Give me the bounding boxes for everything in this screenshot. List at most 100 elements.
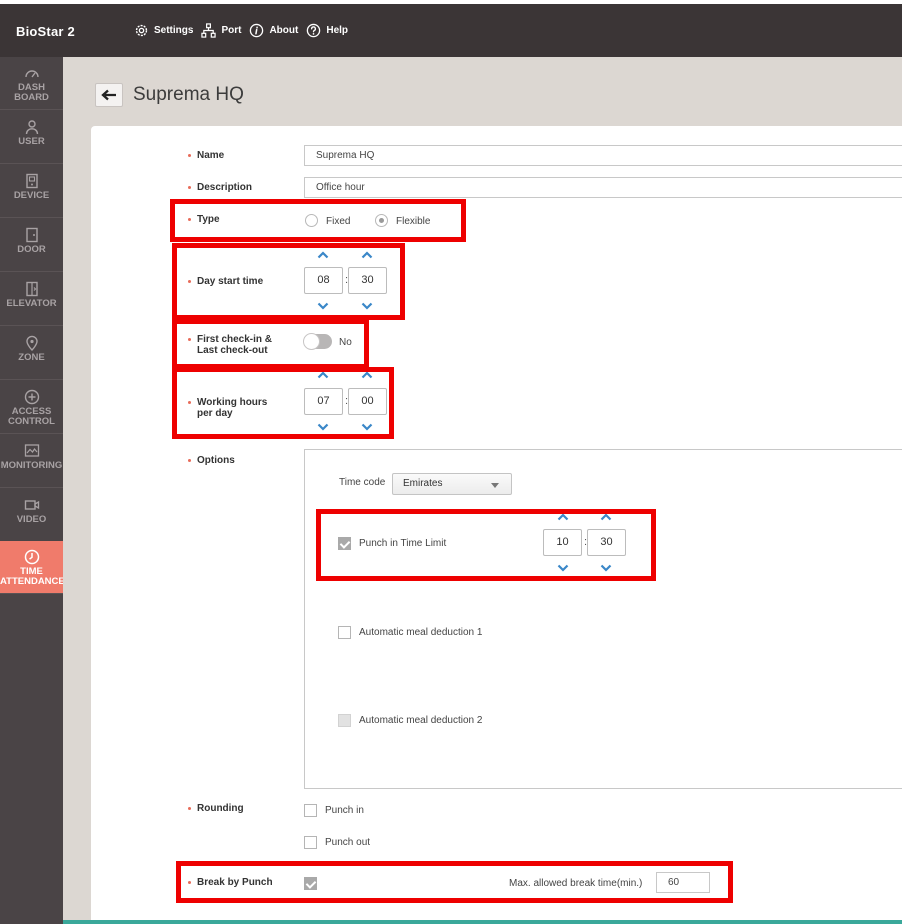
- meal-deduction-1-checkbox[interactable]: [338, 626, 351, 639]
- sidebar-label: DEVICE: [13, 190, 50, 201]
- nav-port-label: Port: [221, 25, 242, 36]
- name-input[interactable]: Suprema HQ: [304, 145, 902, 166]
- time-code-value: Emirates: [403, 478, 443, 489]
- type-flexible-radio[interactable]: [375, 214, 388, 227]
- required-dot: [188, 807, 191, 810]
- punch-in-label: Punch in: [325, 805, 364, 816]
- meal-deduction-1-label: Automatic meal deduction 1: [359, 627, 483, 638]
- description-input[interactable]: Office hour: [304, 177, 902, 198]
- options-label: Options: [197, 455, 235, 466]
- sidebar-item-monitoring[interactable]: MONITORING: [0, 435, 63, 488]
- meal-deduction-2-checkbox[interactable]: [338, 714, 351, 727]
- zone-icon: [25, 335, 38, 351]
- day-start-hour-input[interactable]: 08: [304, 267, 343, 294]
- break-by-punch-checkbox[interactable]: [304, 877, 317, 890]
- day-start-minute-input[interactable]: 30: [348, 267, 387, 294]
- first-last-label-line2: Last check-out: [197, 345, 268, 356]
- sidebar-item-time-attendance[interactable]: TIME ATTENDANCE: [0, 541, 65, 594]
- sidebar-item-zone[interactable]: ZONE: [0, 327, 63, 380]
- nav-about-label: About: [269, 25, 299, 36]
- top-bar: BioStar 2 Settings Port About Help: [0, 0, 902, 57]
- sidebar-item-video[interactable]: VIDEO: [0, 489, 63, 542]
- sidebar: DASH BOARD USER DEVICE DOOR ELEVATOR ZON…: [0, 57, 65, 924]
- device-icon: [25, 173, 38, 189]
- door-icon: [25, 227, 38, 243]
- chevron-down-icon[interactable]: [557, 564, 569, 572]
- sidebar-item-elevator[interactable]: ELEVATOR: [0, 273, 63, 326]
- required-dot: [188, 186, 191, 189]
- dashboard-icon: [24, 70, 39, 78]
- chevron-up-icon[interactable]: [361, 371, 373, 379]
- chevron-down-icon[interactable]: [317, 423, 329, 431]
- time-code-select[interactable]: Emirates: [392, 473, 512, 495]
- brand-logo[interactable]: BioStar 2: [16, 24, 75, 39]
- first-last-toggle-text: No: [339, 337, 352, 348]
- rounding-label: Rounding: [197, 803, 244, 814]
- required-dot: [188, 459, 191, 462]
- required-dot: [188, 154, 191, 157]
- chevron-up-icon[interactable]: [317, 371, 329, 379]
- chevron-up-icon[interactable]: [600, 513, 612, 521]
- clock-icon: [24, 549, 39, 565]
- meal-deduction-2-label: Automatic meal deduction 2: [359, 715, 483, 726]
- sidebar-item-user[interactable]: USER: [0, 111, 63, 164]
- nav-about[interactable]: About: [249, 23, 298, 38]
- sidebar-item-access-control[interactable]: ACCESS CONTROL: [0, 381, 63, 434]
- chevron-up-icon[interactable]: [317, 251, 329, 259]
- help-icon: [307, 23, 321, 38]
- sidebar-label: ZONE: [18, 352, 45, 363]
- chevron-down-icon[interactable]: [361, 302, 373, 310]
- max-break-input[interactable]: 60: [656, 872, 710, 893]
- user-icon: [25, 120, 38, 135]
- sidebar-label: DOOR: [17, 244, 46, 255]
- info-icon: [250, 23, 264, 38]
- first-last-toggle[interactable]: [303, 333, 332, 350]
- working-hours-label-line2: per day: [197, 408, 233, 419]
- elevator-icon: [25, 281, 38, 297]
- sidebar-label: BOARD: [14, 92, 49, 103]
- sidebar-label: MONITORING: [0, 460, 63, 471]
- working-hours-hour-input[interactable]: 07: [304, 388, 343, 415]
- access-control-icon: [24, 389, 39, 405]
- nav-help-label: Help: [326, 25, 349, 36]
- punch-limit-label: Punch in Time Limit: [359, 538, 447, 549]
- punch-limit-minute-input[interactable]: 30: [587, 529, 626, 556]
- required-dot: [188, 280, 191, 283]
- type-flexible-label: Flexible: [396, 216, 431, 227]
- nav-port[interactable]: Port: [201, 23, 241, 38]
- options-box: [304, 449, 902, 789]
- bottom-accent-line: [63, 920, 902, 924]
- type-fixed-label: Fixed: [326, 216, 351, 227]
- chevron-up-icon[interactable]: [361, 251, 373, 259]
- chevron-up-icon[interactable]: [557, 513, 569, 521]
- video-icon: [24, 500, 39, 510]
- working-hours-label-line1: Working hours: [197, 397, 268, 408]
- sidebar-label: ATTENDANCE: [0, 576, 65, 587]
- type-fixed-radio[interactable]: [305, 214, 318, 227]
- description-label: Description: [197, 182, 253, 193]
- type-label: Type: [197, 214, 220, 225]
- punch-limit-hour-input[interactable]: 10: [543, 529, 582, 556]
- nav-settings-label: Settings: [154, 25, 194, 36]
- back-button[interactable]: [95, 83, 123, 107]
- nav-help[interactable]: Help: [306, 23, 348, 38]
- sidebar-item-dashboard[interactable]: DASH BOARD: [0, 57, 63, 110]
- sidebar-item-device[interactable]: DEVICE: [0, 165, 63, 218]
- max-break-label: Max. allowed break time(min.): [509, 878, 643, 889]
- chevron-down-icon[interactable]: [600, 564, 612, 572]
- punch-out-checkbox[interactable]: [304, 836, 317, 849]
- sidebar-item-door[interactable]: DOOR: [0, 219, 63, 272]
- sidebar-label: ELEVATOR: [6, 298, 57, 309]
- punch-out-label: Punch out: [325, 837, 371, 848]
- working-hours-minute-input[interactable]: 00: [348, 388, 387, 415]
- first-last-label: First check-in & Last check-out: [197, 334, 272, 356]
- sidebar-label: VIDEO: [16, 514, 47, 525]
- break-by-punch-label: Break by Punch: [197, 877, 273, 888]
- chevron-down-icon[interactable]: [361, 423, 373, 431]
- punch-limit-checkbox[interactable]: [338, 537, 351, 550]
- punch-in-checkbox[interactable]: [304, 804, 317, 817]
- sidebar-label: USER: [18, 136, 45, 147]
- name-label: Name: [197, 150, 225, 161]
- nav-settings[interactable]: Settings: [134, 23, 193, 38]
- chevron-down-icon[interactable]: [317, 302, 329, 310]
